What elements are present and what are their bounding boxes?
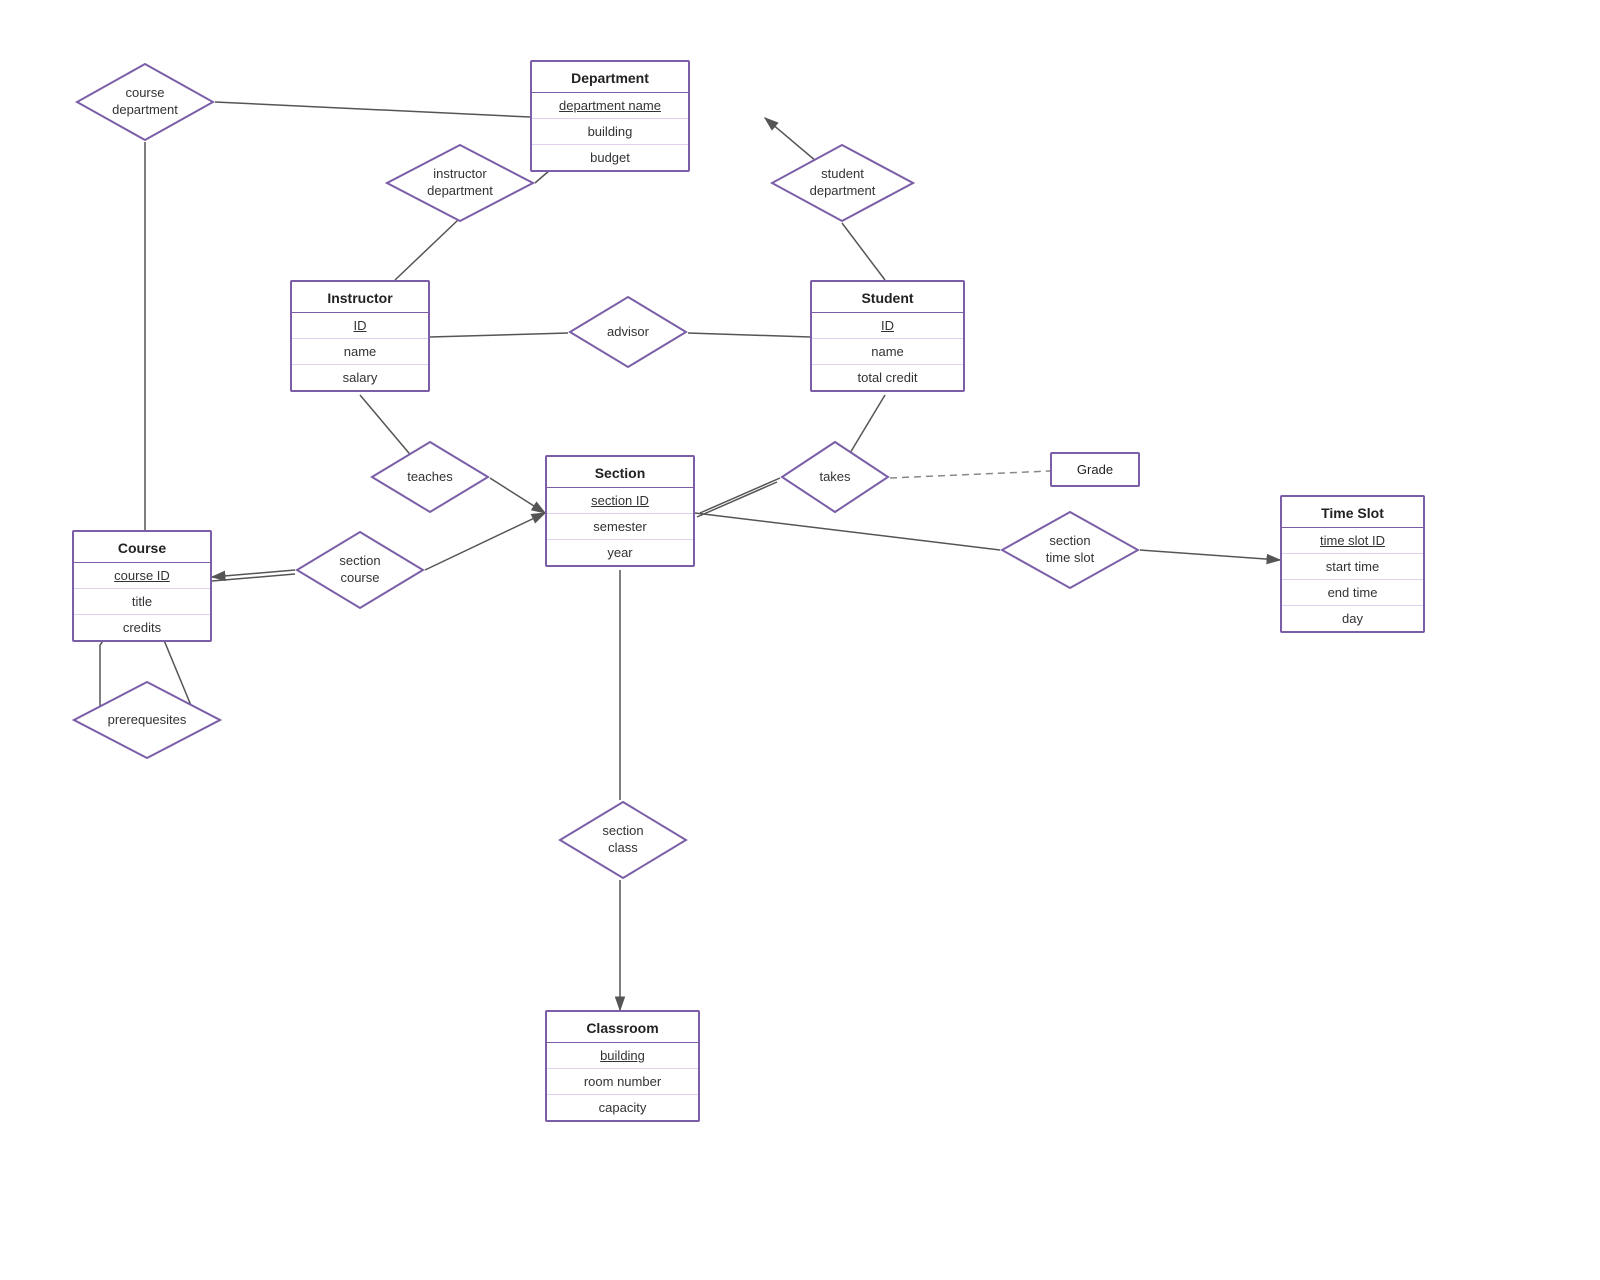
diamond-takes-label: takes: [819, 469, 850, 486]
diamond-takes: takes: [780, 440, 890, 515]
diamond-advisor-label: advisor: [607, 324, 649, 341]
diamond-advisor: advisor: [568, 295, 688, 370]
diamond-instructor-department-label: instructordepartment: [427, 166, 493, 200]
entity-student: Student ID name total credit: [810, 280, 965, 392]
student-title: Student: [812, 282, 963, 313]
diamond-prerequesites: prerequesites: [72, 680, 222, 760]
instructor-title: Instructor: [292, 282, 428, 313]
course-attr-credits: credits: [74, 615, 210, 640]
diamond-teaches: teaches: [370, 440, 490, 515]
section-title: Section: [547, 457, 693, 488]
section-attr-semester: semester: [547, 514, 693, 540]
classroom-attr-roomnum: room number: [547, 1069, 698, 1095]
grade-title: Grade: [1052, 462, 1138, 477]
instructor-attr-name: name: [292, 339, 428, 365]
timeslot-attr-day: day: [1282, 606, 1423, 631]
student-attr-id: ID: [812, 313, 963, 339]
timeslot-attr-end: end time: [1282, 580, 1423, 606]
entity-course: Course course ID title credits: [72, 530, 212, 642]
entity-instructor: Instructor ID name salary: [290, 280, 430, 392]
course-attr-id: course ID: [74, 563, 210, 589]
entity-grade: Grade: [1050, 452, 1140, 487]
department-attr-budget: budget: [532, 145, 688, 170]
timeslot-title: Time Slot: [1282, 497, 1423, 528]
course-attr-title: title: [74, 589, 210, 615]
diamond-course-department-label: coursedepartment: [112, 85, 178, 119]
department-title: Department: [532, 62, 688, 93]
instructor-attr-salary: salary: [292, 365, 428, 390]
classroom-title: Classroom: [547, 1012, 698, 1043]
diamond-teaches-label: teaches: [407, 469, 453, 486]
entity-classroom: Classroom building room number capacity: [545, 1010, 700, 1122]
department-attr-building: building: [532, 119, 688, 145]
classroom-attr-building: building: [547, 1043, 698, 1069]
section-attr-id: section ID: [547, 488, 693, 514]
student-attr-totalcredit: total credit: [812, 365, 963, 390]
diamond-section-course-label: sectioncourse: [339, 553, 380, 587]
diamond-instructor-department: instructordepartment: [385, 143, 535, 223]
entity-section: Section section ID semester year: [545, 455, 695, 567]
diamond-section-timeslot-label: sectiontime slot: [1046, 533, 1094, 567]
classroom-attr-capacity: capacity: [547, 1095, 698, 1120]
instructor-attr-id: ID: [292, 313, 428, 339]
student-attr-name: name: [812, 339, 963, 365]
section-attr-year: year: [547, 540, 693, 565]
diamond-prerequesites-label: prerequesites: [108, 712, 187, 729]
entity-timeslot: Time Slot time slot ID start time end ti…: [1280, 495, 1425, 633]
course-title: Course: [74, 532, 210, 563]
timeslot-attr-id: time slot ID: [1282, 528, 1423, 554]
timeslot-attr-start: start time: [1282, 554, 1423, 580]
diamond-student-department: studentdepartment: [770, 143, 915, 223]
diamond-section-class-label: sectionclass: [602, 823, 643, 857]
department-attr-name: department name: [532, 93, 688, 119]
diamond-section-course: sectioncourse: [295, 530, 425, 610]
er-diagram: Department department name building budg…: [0, 0, 1600, 1280]
diamond-section-timeslot: sectiontime slot: [1000, 510, 1140, 590]
diamond-student-department-label: studentdepartment: [810, 166, 876, 200]
diamond-section-class: sectionclass: [558, 800, 688, 880]
diamond-course-department: coursedepartment: [75, 62, 215, 142]
entity-department: Department department name building budg…: [530, 60, 690, 172]
